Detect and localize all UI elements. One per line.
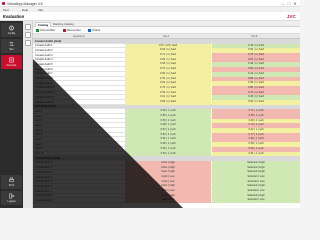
sidebar-item-logout[interactable]: Logout [1, 191, 22, 205]
charts-label: Charts [92, 28, 101, 32]
row-label: Item 1 [35, 109, 43, 113]
remember-label: Remember [67, 28, 81, 32]
sidebar: Config Set Records Print Logout [0, 21, 23, 208]
row-label: Item 2 [35, 114, 43, 118]
title-bar: VirtualApp Manager 4.5 – □ ✕ [0, 0, 300, 7]
sidebar-item-label: Config [7, 32, 16, 35]
row-label: Item 4 [35, 123, 43, 127]
close-button[interactable]: ✕ [292, 1, 298, 6]
row-label: Contact Audit 12 [35, 95, 55, 99]
table-row[interactable]: Colored Item 9 Color | Low Selected | Low [33, 198, 300, 204]
row-label: Contact Audit 11 [35, 91, 54, 95]
row-label: Contact Audits (total) [35, 39, 62, 43]
sidebar-item-label: Print [8, 184, 15, 187]
row-label: Colored Item 2 [35, 166, 53, 170]
row-label: Item 8 [35, 142, 43, 146]
panel-list-icon[interactable] [25, 32, 31, 38]
sidebar-item-records[interactable]: Records [1, 55, 22, 69]
row-label: Contact Audit 4 [35, 58, 53, 62]
printer-icon [9, 177, 14, 182]
row-label: Contact Audit 10 [35, 86, 55, 90]
page-title: Evaluation [3, 14, 25, 19]
row-label: Contact Audit 9 [35, 81, 53, 85]
row-label: Contact Audit 8 [35, 77, 53, 81]
row-label: Colored Item 5 [35, 180, 53, 184]
cell-set-a[interactable]: Color | Low [125, 198, 211, 204]
page-header: Evaluation JVC [0, 12, 300, 21]
row-label: Colored Item 7 [35, 189, 53, 193]
column-set-b[interactable]: Set B [251, 35, 257, 38]
sidebar-item-print[interactable]: Print [1, 175, 22, 189]
row-label: Colored Items (total) [35, 156, 61, 160]
sidebar-item-label: Set [9, 48, 14, 51]
row-label: Contact Audit 13 [35, 100, 55, 104]
panel-filter-icon[interactable] [25, 40, 31, 46]
brand-logo: JVC [286, 14, 296, 19]
row-label: Item 7 [35, 138, 43, 142]
row-label: Item 6 [35, 133, 43, 137]
row-label: Item 5 [35, 128, 43, 132]
record-icon [9, 57, 14, 63]
row-label: Contact Audit 2 [35, 48, 53, 52]
gear-icon [9, 25, 14, 31]
chrono-filter-button[interactable]: Chrono/filter [36, 28, 55, 33]
sliders-icon [9, 42, 14, 46]
chart-icon [88, 28, 91, 32]
sidebar-item-label: Logout [7, 200, 16, 203]
chrono-filter-label: Chrono/filter [40, 28, 56, 32]
row-label: Contact Audit 7 [35, 72, 53, 76]
remember-button[interactable]: Remember [63, 28, 81, 33]
secondary-panel [23, 21, 33, 208]
row-label: Colored Item 3 [35, 170, 53, 174]
results-table: Contact Audits (total) Contact Audit 1 0.6… [33, 39, 300, 204]
remember-icon [63, 28, 66, 32]
sidebar-item-set[interactable]: Set [1, 39, 22, 53]
row-label: Contact Audit 6 [35, 67, 53, 71]
main-content: Catalog Ranking Catalog Chrono/filter Re… [33, 21, 300, 208]
row-label: Colored Item 6 [35, 184, 53, 188]
app-icon [2, 2, 5, 5]
sidebar-item-config[interactable]: Config [1, 23, 22, 37]
row-label: Soft Items (total) [35, 105, 56, 109]
panel-up-icon[interactable] [25, 24, 31, 30]
check-icon [36, 28, 39, 32]
row-label: Item 9 [35, 147, 43, 151]
row-label: Item 3 [35, 119, 43, 123]
row-label: Colored Item 9 [35, 198, 53, 202]
row-label: Contact Audit 3 [35, 53, 53, 57]
column-questions[interactable]: Questions [73, 35, 85, 38]
row-label: Item 10 [35, 152, 44, 156]
cell-set-b[interactable]: Selected | Low [212, 198, 300, 204]
logout-icon [9, 193, 15, 199]
row-label: Colored Item 4 [35, 175, 53, 179]
window-title: VirtualApp Manager 4.5 [7, 1, 43, 6]
column-set-a[interactable]: Set A [163, 35, 169, 38]
row-label: Contact Audit 5 [35, 63, 53, 67]
sidebar-item-label: Records [6, 64, 17, 67]
row-label: Contact Audit 1 [35, 44, 53, 48]
toolbar: Chrono/filter Remember Charts [33, 27, 300, 34]
row-label: Colored Item 8 [35, 194, 53, 198]
row-label: Colored Item 1 [35, 161, 53, 165]
charts-button[interactable]: Charts [88, 28, 100, 33]
